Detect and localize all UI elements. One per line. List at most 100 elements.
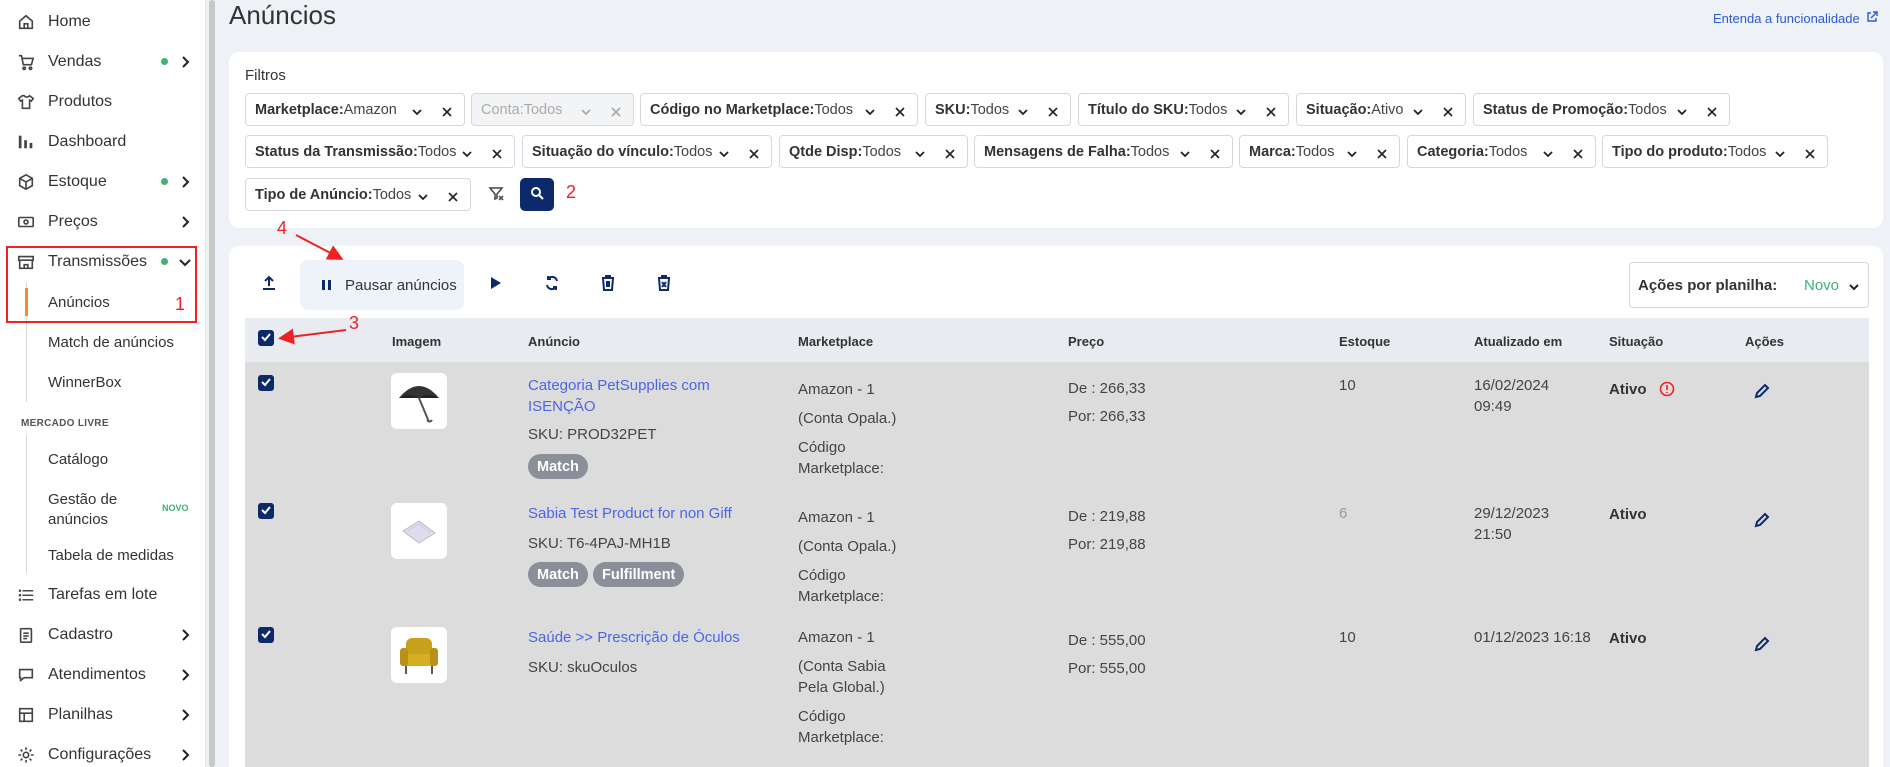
select-all-checkbox[interactable] xyxy=(258,330,274,346)
sidebar-item-tarefas-lote[interactable]: Tarefas em lote xyxy=(0,575,206,615)
row-checkbox[interactable] xyxy=(258,375,274,391)
sidebar-subitem-match-anuncios[interactable]: Match de anúncios xyxy=(0,322,206,362)
close-icon[interactable] xyxy=(442,105,452,117)
upload-button[interactable] xyxy=(257,273,281,297)
chevron-down-icon[interactable] xyxy=(1775,147,1785,158)
edit-icon[interactable] xyxy=(1753,382,1771,400)
filter-chip[interactable]: Mensagens de Falha: Todos xyxy=(974,135,1233,168)
close-icon[interactable] xyxy=(1210,147,1220,159)
column-header-marketplace[interactable]: Marketplace xyxy=(798,334,873,349)
filter-chip[interactable]: Status de Promoção: Todos xyxy=(1473,93,1730,126)
filter-chip[interactable]: Marketplace: Amazon xyxy=(245,93,465,126)
pause-ads-button[interactable]: Pausar anúncios xyxy=(300,260,464,310)
chevron-down-icon[interactable] xyxy=(719,147,729,158)
sidebar-item-home[interactable]: Home xyxy=(0,2,206,42)
close-icon[interactable] xyxy=(1377,147,1387,159)
filters-title: Filtros xyxy=(245,67,286,84)
close-icon[interactable] xyxy=(1048,105,1058,117)
column-header-preco[interactable]: Preço xyxy=(1068,334,1104,349)
product-image-umbrella xyxy=(391,373,447,429)
close-icon[interactable] xyxy=(1707,105,1717,117)
sidebar-item-produtos[interactable]: Produtos xyxy=(0,82,206,122)
column-header-imagem[interactable]: Imagem xyxy=(392,334,441,349)
filter-chip[interactable]: Título do SKU: Todos xyxy=(1078,93,1289,126)
page-title: Anúncios xyxy=(229,0,336,30)
filter-chip[interactable]: Qtde Disp: Todos xyxy=(779,135,968,168)
ad-title-link[interactable]: Saúde >> Prescrição de Óculos xyxy=(528,627,740,648)
chevron-down-icon[interactable] xyxy=(412,105,422,116)
close-icon[interactable] xyxy=(1443,105,1453,117)
clear-filter-icon[interactable] xyxy=(488,185,504,201)
chevron-down-icon[interactable] xyxy=(1677,105,1687,116)
chevron-down-icon[interactable] xyxy=(1543,147,1553,158)
chevron-down-icon[interactable] xyxy=(865,105,875,116)
ad-title-link[interactable]: Categoria PetSupplies com ISENÇÃO xyxy=(528,375,710,417)
sidebar-item-configuracoes[interactable]: Configurações xyxy=(0,735,206,767)
edit-icon[interactable] xyxy=(1753,511,1771,529)
filter-chip[interactable]: Marca: Todos xyxy=(1239,135,1400,168)
filter-chip[interactable]: Status da Transmissão: Todos xyxy=(245,135,515,168)
play-icon xyxy=(488,276,502,294)
sidebar-item-estoque[interactable]: Estoque xyxy=(0,162,206,202)
bar-chart-icon xyxy=(16,132,36,152)
delete-forever-button[interactable] xyxy=(652,273,676,297)
close-icon[interactable] xyxy=(1573,147,1583,159)
sidebar-item-cadastro[interactable]: Cadastro xyxy=(0,615,206,655)
column-header-estoque[interactable]: Estoque xyxy=(1339,334,1390,349)
chevron-down-icon[interactable] xyxy=(1236,105,1246,116)
chevron-down-icon[interactable] xyxy=(462,147,472,158)
filter-chip[interactable]: Situação do vínculo: Todos xyxy=(522,135,772,168)
filter-chip[interactable]: Tipo do produto: Todos xyxy=(1602,135,1828,168)
close-icon[interactable] xyxy=(749,147,759,159)
sidebar-item-dashboard[interactable]: Dashboard xyxy=(0,122,206,162)
row-checkbox[interactable] xyxy=(258,627,274,643)
filter-chip[interactable]: SKU: Todos xyxy=(925,93,1071,126)
search-button[interactable] xyxy=(520,178,554,211)
close-icon[interactable] xyxy=(492,147,502,159)
chevron-down-icon[interactable] xyxy=(915,147,925,158)
sidebar-item-precos[interactable]: Preços xyxy=(0,202,206,242)
chevron-down-icon[interactable] xyxy=(1018,105,1028,116)
sidebar-item-vendas[interactable]: Vendas xyxy=(0,42,206,82)
chevron-down-icon[interactable] xyxy=(1347,147,1357,158)
filter-chip[interactable]: Tipo de Anúncio: Todos xyxy=(245,178,471,211)
spreadsheet-icon xyxy=(16,705,36,725)
edit-icon[interactable] xyxy=(1753,635,1771,653)
filter-chip[interactable]: Código no Marketplace: Todos xyxy=(640,93,918,126)
row-checkbox[interactable] xyxy=(258,503,274,519)
close-icon[interactable] xyxy=(1266,105,1276,117)
chevron-down-icon[interactable] xyxy=(418,190,428,201)
chevron-down-icon[interactable] xyxy=(1413,105,1423,116)
column-header-anuncio[interactable]: Anúncio xyxy=(528,334,580,349)
ad-title-link[interactable]: Sabia Test Product for non Giff xyxy=(528,503,732,524)
chevron-right-icon xyxy=(178,175,192,189)
annotation-number: 1 xyxy=(175,294,186,314)
close-icon[interactable] xyxy=(448,190,458,202)
close-icon[interactable] xyxy=(611,105,621,117)
filter-chip[interactable]: Situação: Ativo xyxy=(1296,93,1466,126)
close-icon[interactable] xyxy=(1805,147,1815,159)
filter-chip[interactable]: Categoria: Todos xyxy=(1407,135,1596,168)
filter-chip[interactable]: Conta: Todos xyxy=(471,93,634,126)
chevron-right-icon xyxy=(178,55,192,69)
column-header-acoes[interactable]: Ações xyxy=(1745,334,1784,349)
trash-x-icon xyxy=(655,274,673,296)
delete-button[interactable] xyxy=(596,273,620,297)
column-header-atualizado-em[interactable]: Atualizado em xyxy=(1474,334,1562,349)
sidebar-subitem-winnerbox[interactable]: WinnerBox xyxy=(0,362,206,402)
close-icon[interactable] xyxy=(895,105,905,117)
chevron-down-icon[interactable] xyxy=(1180,147,1190,158)
sidebar-scrollbar-thumb[interactable] xyxy=(209,0,215,767)
sidebar-subitem-catalogo[interactable]: Catálogo xyxy=(0,439,206,479)
sidebar-subitem-tabela-medidas[interactable]: Tabela de medidas xyxy=(0,535,206,575)
sync-button[interactable] xyxy=(540,273,564,297)
spreadsheet-actions-select[interactable]: Ações por planilha: Novo xyxy=(1629,262,1869,308)
play-button[interactable] xyxy=(483,273,507,297)
warning-icon[interactable] xyxy=(1659,381,1675,397)
column-header-situacao[interactable]: Situação xyxy=(1609,334,1663,349)
sidebar-item-atendimentos[interactable]: Atendimentos xyxy=(0,655,206,695)
help-link[interactable]: Entenda a funcionalidade xyxy=(1713,11,1878,26)
sidebar-item-planilhas[interactable]: Planilhas xyxy=(0,695,206,735)
chevron-down-icon[interactable] xyxy=(581,105,591,116)
close-icon[interactable] xyxy=(945,147,955,159)
